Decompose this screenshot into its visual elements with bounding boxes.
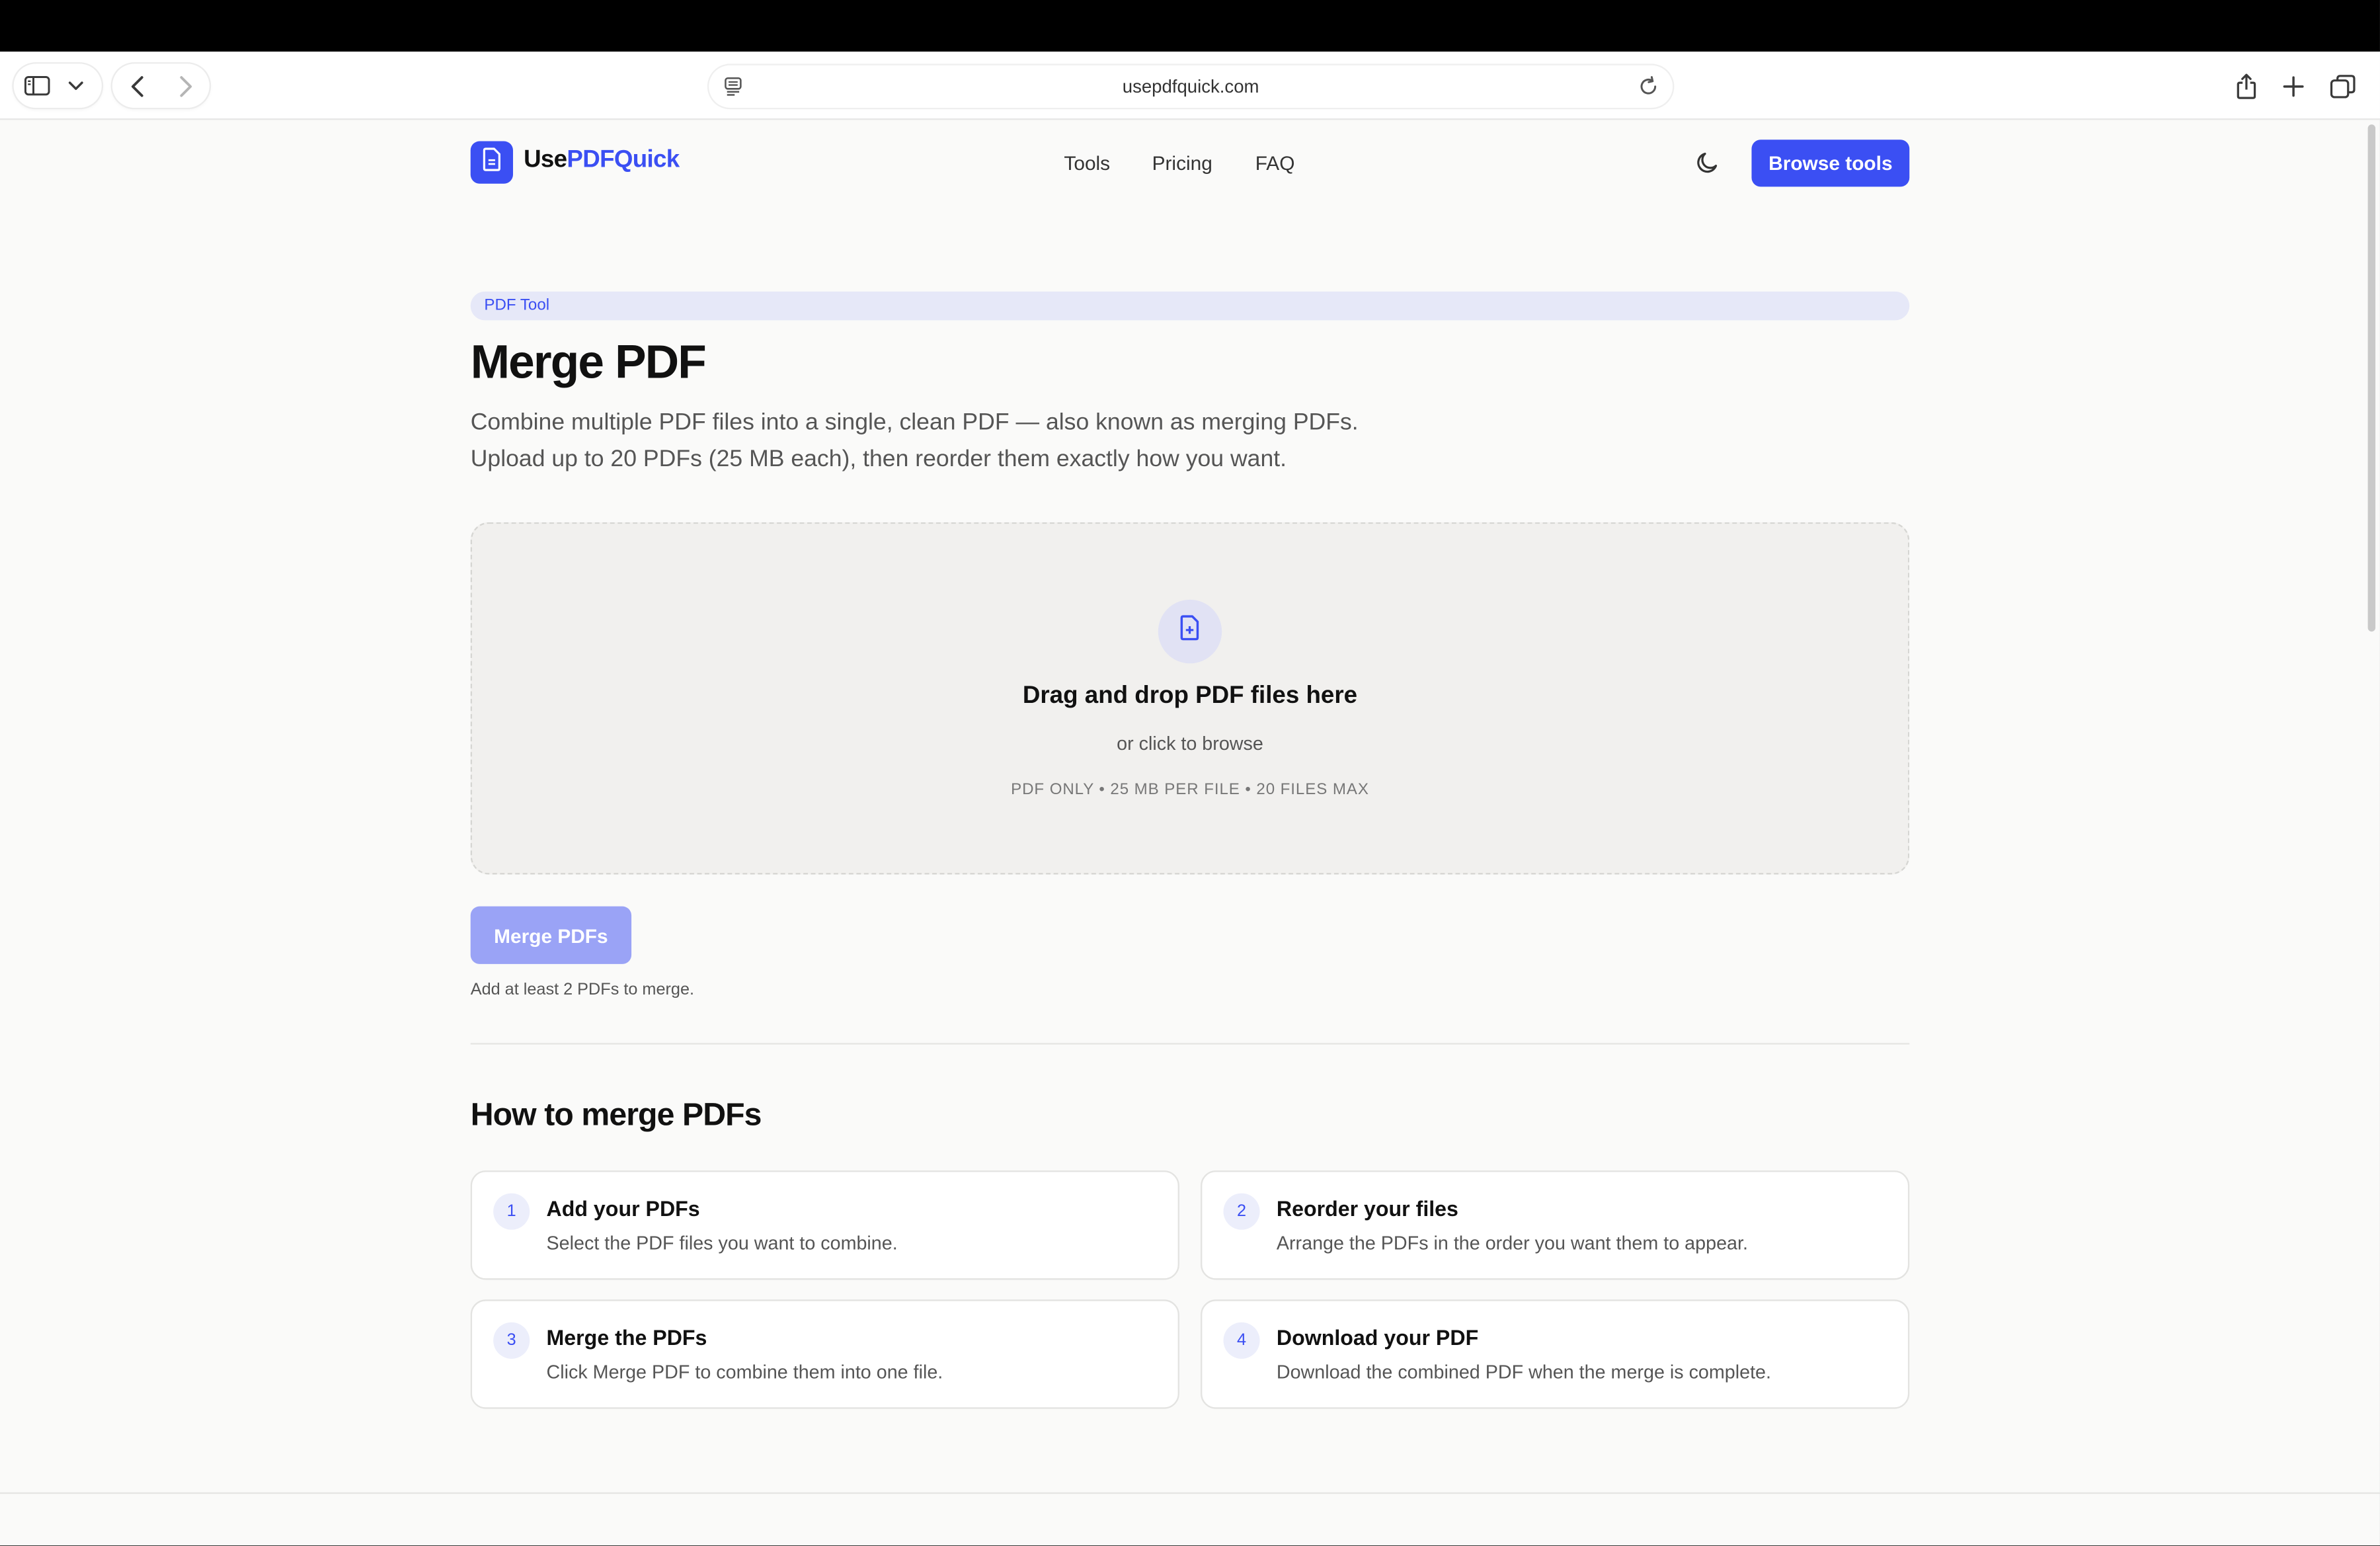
url-text: usepdfquick.com — [1122, 75, 1259, 97]
file-dropzone[interactable]: Drag and drop PDF files here or click to… — [470, 522, 1910, 875]
dropzone-title: Drag and drop PDF files here — [1022, 683, 1358, 710]
tool-tag: PDF Tool — [470, 291, 1910, 321]
nav-link-tools[interactable]: Tools — [1064, 152, 1110, 175]
merge-hint: Add at least 2 PDFs to merge. — [470, 981, 695, 999]
chevron-down-icon[interactable] — [60, 63, 93, 108]
sidebar-toggle-group — [13, 63, 102, 108]
merge-pdfs-button[interactable]: Merge PDFs — [470, 906, 632, 964]
step-number: 4 — [1223, 1322, 1260, 1359]
brand-name[interactable]: UsePDFQuick — [524, 147, 680, 175]
step-card: 4 Download your PDF Download the combine… — [1201, 1299, 1910, 1409]
step-number: 1 — [493, 1193, 530, 1230]
step-description: Click Merge PDF to combine them into one… — [546, 1362, 943, 1383]
share-icon[interactable] — [2223, 63, 2269, 108]
step-title: Reorder your files — [1276, 1196, 1458, 1221]
nav-link-pricing[interactable]: Pricing — [1152, 152, 1212, 175]
document-icon — [481, 147, 502, 179]
forward-arrow-icon[interactable] — [161, 63, 209, 108]
back-arrow-icon[interactable] — [112, 63, 161, 108]
new-tab-icon[interactable] — [2271, 63, 2317, 108]
moon-icon[interactable] — [1694, 149, 1721, 184]
browse-tools-button[interactable]: Browse tools — [1751, 140, 1910, 187]
page-scrollbar[interactable] — [2367, 124, 2376, 632]
dropzone-limits: PDF ONLY • 25 MB PER FILE • 20 FILES MAX — [1011, 780, 1369, 799]
dropzone-subtitle: or click to browse — [1117, 733, 1263, 755]
history-nav-group — [112, 63, 210, 108]
step-description: Arrange the PDFs in the order you want t… — [1276, 1233, 1748, 1254]
step-number: 2 — [1223, 1193, 1260, 1230]
page-title: Merge PDF — [470, 335, 707, 389]
address-bar[interactable]: usepdfquick.com — [709, 65, 1673, 108]
step-title: Download your PDF — [1276, 1325, 1479, 1350]
footer-divider — [0, 1492, 2380, 1494]
sidebar-icon[interactable] — [14, 63, 60, 108]
step-title: Merge the PDFs — [546, 1325, 707, 1350]
nav-link-faq[interactable]: FAQ — [1255, 152, 1295, 175]
section-divider — [470, 1043, 1910, 1045]
tab-overview-icon[interactable] — [2319, 63, 2365, 108]
brand-prefix: Use — [524, 147, 567, 173]
page-description-line-2: Upload up to 20 PDFs (25 MB each), then … — [470, 446, 1287, 473]
step-card: 3 Merge the PDFs Click Merge PDF to comb… — [470, 1299, 1179, 1409]
step-number: 3 — [493, 1322, 530, 1359]
step-card: 1 Add your PDFs Select the PDF files you… — [470, 1170, 1179, 1280]
brand-accent: PDFQuick — [567, 147, 680, 173]
file-plus-icon — [1179, 615, 1201, 649]
file-upload-icon-badge — [1158, 599, 1222, 664]
howto-title: How to merge PDFs — [470, 1097, 762, 1133]
step-title: Add your PDFs — [546, 1196, 700, 1221]
page-description-line-1: Combine multiple PDF files into a single… — [470, 409, 1359, 436]
step-card: 2 Reorder your files Arrange the PDFs in… — [1201, 1170, 1910, 1280]
step-description: Download the combined PDF when the merge… — [1276, 1362, 1772, 1383]
step-description: Select the PDF files you want to combine… — [546, 1233, 898, 1254]
brand-logo[interactable] — [470, 141, 514, 184]
reload-icon[interactable] — [1633, 71, 1663, 109]
page: usepdfquick.com UsePDFQuick Tools Pricin… — [0, 0, 2380, 1546]
os-top-bar — [0, 0, 2380, 52]
tool-tag-label: PDF Tool — [484, 296, 550, 315]
browser-toolbar: usepdfquick.com — [0, 52, 2380, 120]
